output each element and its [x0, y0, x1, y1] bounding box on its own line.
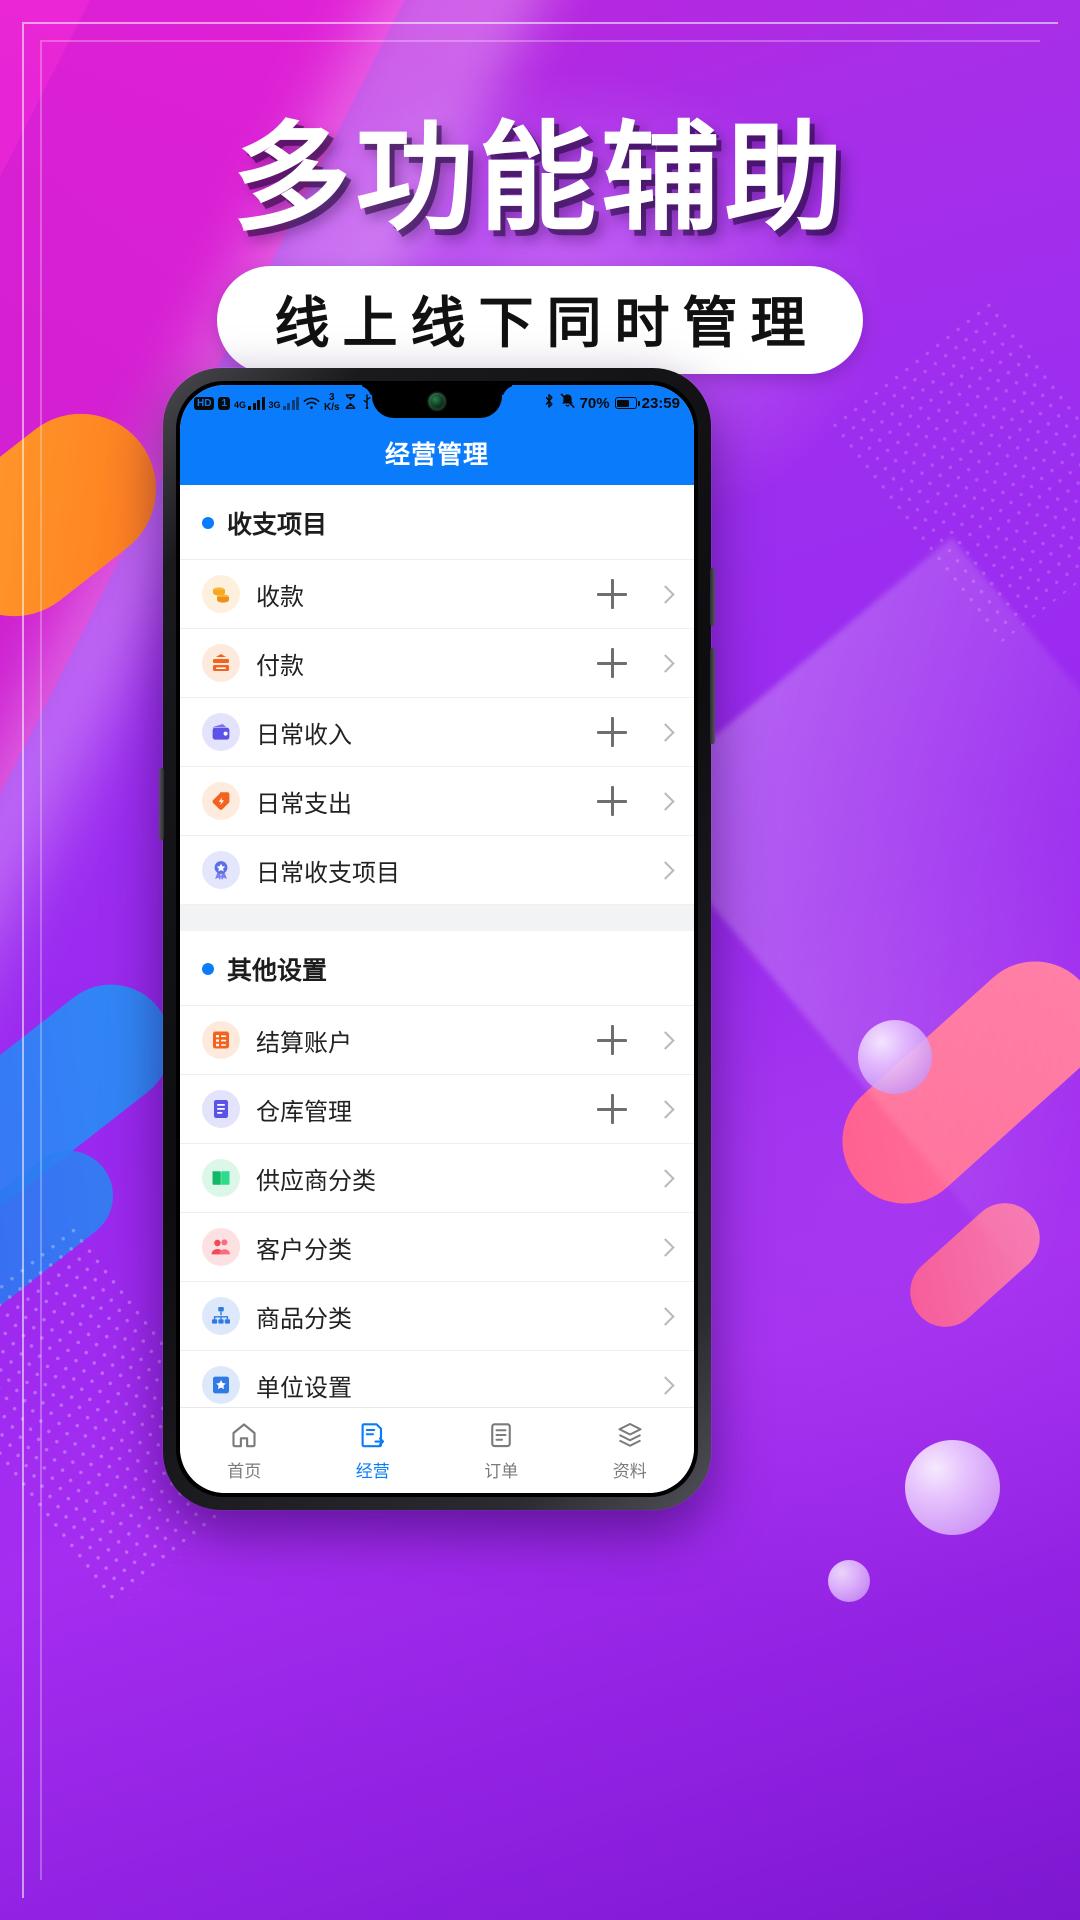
section-header-other-settings: 其他设置	[180, 931, 694, 1006]
chevron-right-icon	[656, 1306, 675, 1326]
list-item-label: 仓库管理	[256, 1098, 352, 1126]
users-icon	[202, 1228, 240, 1266]
chevron-right-icon	[656, 1237, 675, 1257]
wallet-icon	[202, 713, 240, 751]
list-item-shangpin-fenlei[interactable]: 商品分类	[180, 1282, 694, 1351]
app-bar-title: 经营管理	[384, 441, 489, 469]
list-item-label: 结算账户	[256, 1029, 352, 1057]
front-camera-icon	[428, 393, 446, 410]
list-item-label: 供应商分类	[256, 1167, 376, 1195]
bullet-dot-icon	[202, 517, 214, 529]
cash-out-icon	[202, 644, 240, 682]
phone-bezel: HD 1 4G 3G 3 K/s 70% 23:59 经营管理 收支项目 收款 …	[176, 381, 698, 1497]
signal-3g-icon: 3G	[269, 396, 300, 410]
chevron-right-icon	[656, 1099, 675, 1119]
section-title: 其他设置	[227, 957, 328, 985]
open-book-icon	[202, 1159, 240, 1197]
coins-icon	[202, 575, 240, 613]
settings-list: 收支项目 收款 付款 日常收入 日常支出 日常收支项目 其他设置 结算账户 仓库…	[180, 485, 694, 1407]
bluetooth-icon	[543, 393, 555, 413]
business-icon	[357, 1419, 389, 1451]
nav-tab-order[interactable]: 订单	[437, 1419, 566, 1482]
status-bar-right: 70% 23:59	[543, 385, 680, 421]
nav-tab-label: 经营	[355, 1462, 390, 1481]
list-item-label: 商品分类	[256, 1305, 352, 1333]
nav-tab-business[interactable]: 经营	[309, 1419, 438, 1482]
tag-bolt-icon	[202, 782, 240, 820]
phone-volume-button	[710, 568, 715, 626]
phone-mockup: HD 1 4G 3G 3 K/s 70% 23:59 经营管理 收支项目 收款 …	[159, 368, 715, 1510]
chevron-right-icon	[656, 653, 675, 673]
badge-star-icon	[202, 851, 240, 889]
list-item-label: 日常收入	[256, 721, 352, 749]
mute-bell-icon	[560, 393, 575, 413]
list-item-shoukuan[interactable]: 收款	[180, 560, 694, 629]
phone-side-button-left	[159, 768, 164, 840]
wifi-icon	[303, 396, 320, 410]
list-item-label: 单位设置	[256, 1374, 352, 1402]
nav-tab-data[interactable]: 资料	[566, 1419, 695, 1482]
add-button[interactable]	[597, 717, 627, 747]
phone-power-button	[710, 648, 715, 744]
document-icon	[202, 1090, 240, 1128]
list-card-icon	[202, 1021, 240, 1059]
phone-screen: HD 1 4G 3G 3 K/s 70% 23:59 经营管理 收支项目 收款 …	[180, 385, 694, 1493]
list-item-label: 日常收支项目	[256, 859, 400, 887]
battery-icon	[614, 397, 640, 409]
chevron-right-icon	[656, 584, 675, 604]
list-item-label: 日常支出	[256, 790, 352, 818]
list-item-richang-shouru[interactable]: 日常收入	[180, 698, 694, 767]
order-icon	[485, 1419, 517, 1451]
home-icon	[228, 1419, 260, 1451]
clock-label: 23:59	[641, 394, 680, 412]
battery-percent-label: 70%	[579, 394, 610, 412]
list-item-label: 客户分类	[256, 1236, 352, 1264]
list-item-kehu-fenlei[interactable]: 客户分类	[180, 1213, 694, 1282]
hd-icon: HD	[194, 396, 215, 410]
nav-tab-home[interactable]: 首页	[180, 1419, 309, 1482]
bottom-navigation: 首页 经营 订单 资料	[180, 1407, 694, 1493]
list-item-richang-shouzhi-xiangmu[interactable]: 日常收支项目	[180, 836, 694, 905]
add-button[interactable]	[597, 648, 627, 678]
phone-notch	[372, 385, 502, 418]
app-bar: 经营管理	[180, 421, 694, 485]
sim-icon: 1	[218, 396, 231, 410]
sitemap-icon	[202, 1297, 240, 1335]
list-item-richang-zhichu[interactable]: 日常支出	[180, 767, 694, 836]
status-bar: HD 1 4G 3G 3 K/s 70% 23:59	[180, 385, 694, 421]
add-button[interactable]	[597, 579, 627, 609]
star-box-icon	[202, 1366, 240, 1404]
promo-subtitle: 线上线下同时管理	[217, 265, 863, 374]
status-bar-left: HD 1 4G 3G 3 K/s	[194, 393, 373, 413]
list-item-jiesuan-zhanghu[interactable]: 结算账户	[180, 1006, 694, 1075]
list-item-cangku-guanli[interactable]: 仓库管理	[180, 1075, 694, 1144]
chevron-right-icon	[656, 722, 675, 742]
list-item-label: 付款	[256, 652, 304, 680]
add-button[interactable]	[597, 1025, 627, 1055]
promo-title: 多功能辅助	[232, 108, 848, 247]
chevron-right-icon	[656, 1375, 675, 1395]
hourglass-icon	[344, 393, 357, 413]
add-button[interactable]	[597, 1094, 627, 1124]
section-divider	[180, 905, 694, 931]
section-title: 收支项目	[227, 511, 328, 539]
promo-headline-block: 多功能辅助 线上线下同时管理	[0, 110, 1080, 374]
list-item-fukuan[interactable]: 付款	[180, 629, 694, 698]
bullet-dot-icon	[202, 963, 214, 975]
chevron-right-icon	[656, 1168, 675, 1188]
chevron-right-icon	[656, 791, 675, 811]
nav-tab-label: 资料	[612, 1462, 647, 1481]
list-item-label: 收款	[256, 583, 304, 611]
add-button[interactable]	[597, 786, 627, 816]
chevron-right-icon	[656, 1030, 675, 1050]
nav-tab-label: 首页	[227, 1462, 262, 1481]
data-speed-icon: 3 K/s	[324, 392, 340, 413]
signal-4g-icon: 4G	[234, 396, 265, 410]
nav-tab-label: 订单	[484, 1462, 519, 1481]
list-item-gongyingshang-fenlei[interactable]: 供应商分类	[180, 1144, 694, 1213]
layers-icon	[614, 1419, 646, 1451]
chevron-right-icon	[656, 860, 675, 880]
section-header-income-expense: 收支项目	[180, 485, 694, 560]
list-item-danwei-shezhi[interactable]: 单位设置	[180, 1351, 694, 1407]
